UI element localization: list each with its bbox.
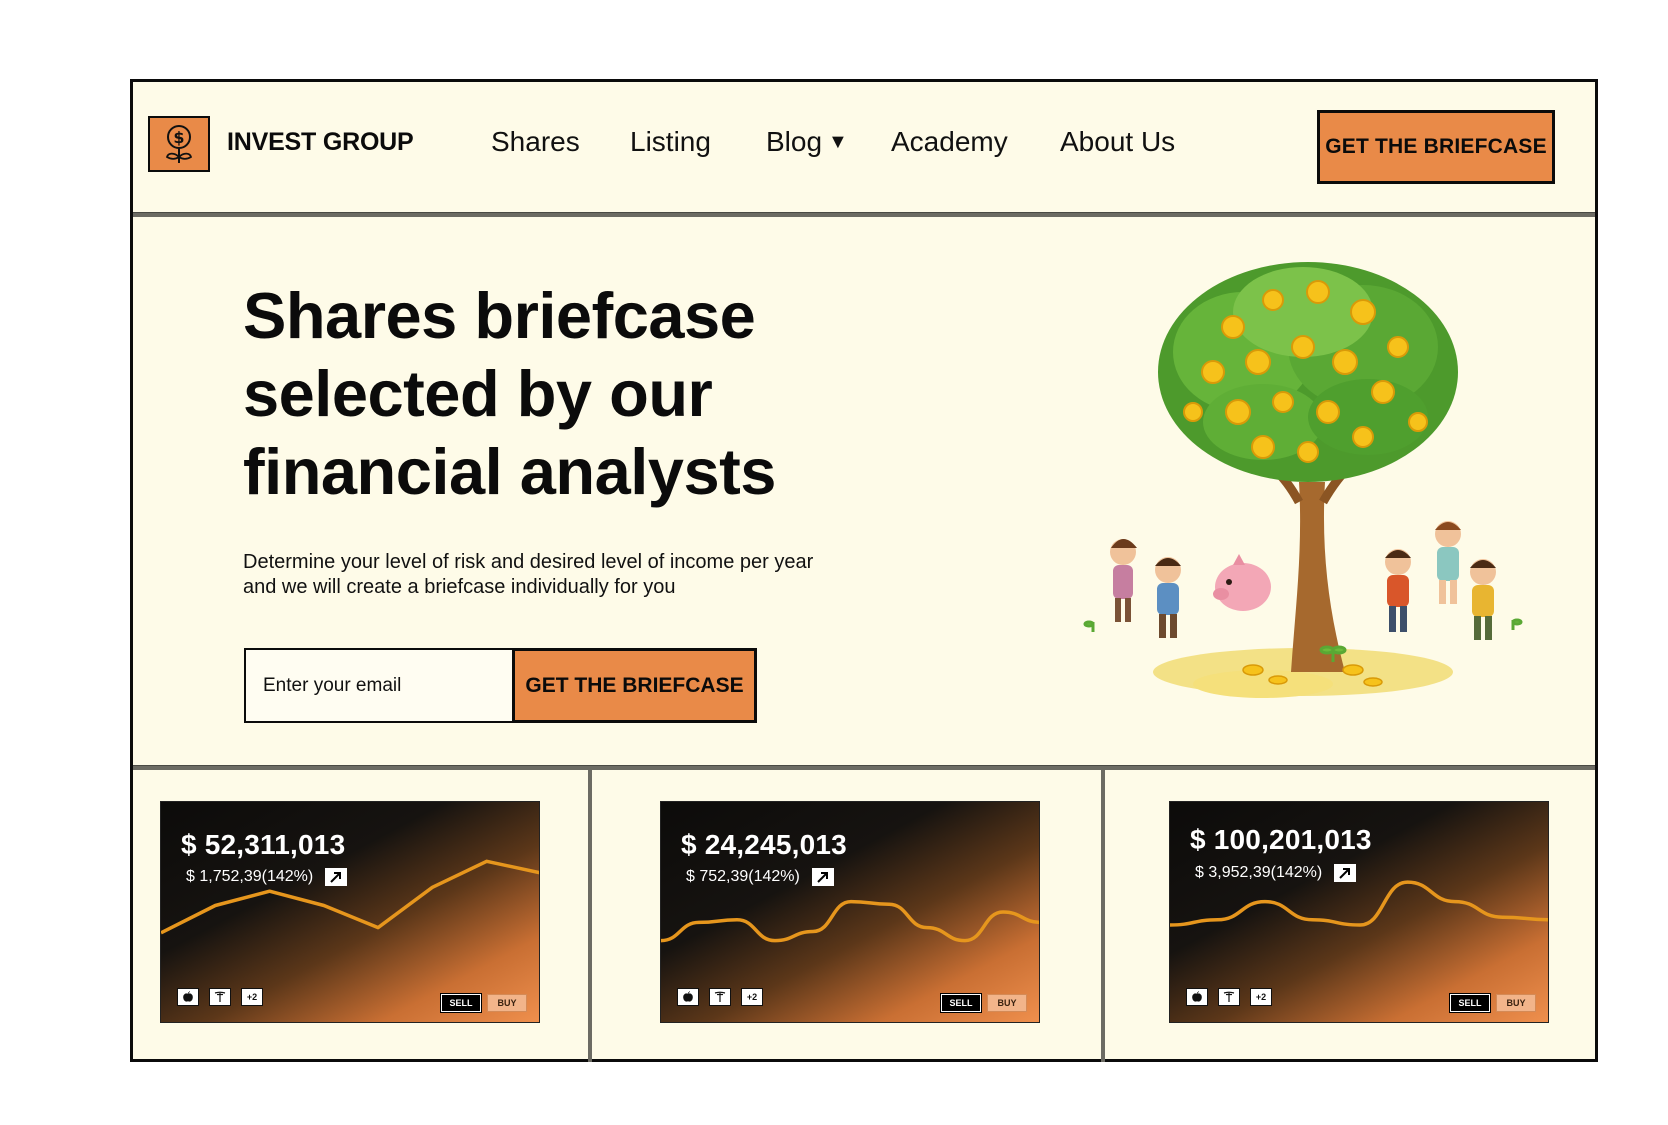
buy-button[interactable]: BUY	[487, 994, 527, 1012]
apple-icon[interactable]	[677, 988, 699, 1006]
asset-chip-row: +2	[177, 988, 263, 1006]
nav-label: About Us	[1060, 126, 1176, 157]
apple-icon[interactable]	[1186, 988, 1208, 1006]
nav-label: Blog	[766, 126, 823, 157]
nav-shares[interactable]: Shares	[491, 126, 580, 158]
portfolio-line	[661, 899, 1039, 943]
arrow-up-right-icon[interactable]	[1334, 864, 1357, 882]
tesla-icon[interactable]	[709, 988, 731, 1006]
portfolio-card[interactable]: $ 100,201,013 $ 3,952,39(142%) +2 SELL B…	[1169, 801, 1549, 1023]
caret-down-icon: ▼	[828, 130, 848, 153]
logo[interactable]: $	[148, 116, 210, 172]
column-divider	[1101, 769, 1105, 1062]
hero-subtitle-line: Determine your level of risk and desired…	[243, 551, 814, 573]
money-tree-illustration	[1083, 262, 1523, 698]
more-assets-chip[interactable]: +2	[1250, 988, 1272, 1006]
more-assets-chip[interactable]: +2	[741, 988, 763, 1006]
portfolio-change-text: $ 3,952,39(142%)	[1195, 864, 1323, 881]
nav-about-us[interactable]: About Us	[1060, 126, 1175, 158]
nav-label: Listing	[630, 126, 711, 157]
portfolio-change-text: $ 1,752,39(142%)	[186, 868, 314, 885]
sell-button[interactable]: SELL	[940, 993, 982, 1013]
arrow-up-right-icon[interactable]	[811, 868, 834, 886]
portfolio-card[interactable]: $ 24,245,013 $ 752,39(142%) +2 SELL BUY	[660, 801, 1040, 1023]
asset-chip-row: +2	[1186, 988, 1272, 1006]
page-frame: $ INVEST GROUP Shares Listing Blog ▼ Aca…	[130, 79, 1598, 1062]
arrow-up-right-icon[interactable]	[325, 868, 348, 886]
portfolio-value: $ 100,201,013	[1190, 824, 1372, 855]
more-assets-chip[interactable]: +2	[241, 988, 263, 1006]
nav-listing[interactable]: Listing	[630, 126, 711, 158]
portfolio-value: $ 52,311,013	[181, 829, 346, 860]
portfolio-line	[1170, 880, 1548, 927]
nav-academy[interactable]: Academy	[891, 126, 1008, 158]
hero-subtitle: Determine your level of risk and desired…	[243, 550, 883, 600]
hero-title: Shares briefcase selected by our financi…	[243, 277, 843, 511]
email-input[interactable]	[244, 648, 512, 723]
hero-subtitle-line: and we will create a briefcase individua…	[243, 576, 676, 598]
nav-label: Academy	[891, 126, 1008, 157]
sell-button[interactable]: SELL	[440, 993, 482, 1013]
column-divider	[588, 769, 592, 1062]
nav-label: Shares	[491, 126, 580, 157]
email-signup-form: GET THE BRIEFCASE	[244, 648, 757, 723]
asset-chip-row: +2	[677, 988, 763, 1006]
tesla-icon[interactable]	[1218, 988, 1240, 1006]
portfolio-change: $ 752,39(142%)	[686, 868, 834, 886]
get-briefcase-button-hero[interactable]: GET THE BRIEFCASE	[512, 648, 757, 723]
portfolio-change-text: $ 752,39(142%)	[686, 868, 800, 885]
buy-button[interactable]: BUY	[987, 994, 1027, 1012]
apple-icon[interactable]	[177, 988, 199, 1006]
piggy-bank-icon	[1213, 554, 1271, 611]
sell-button[interactable]: SELL	[1449, 993, 1491, 1013]
nav-blog[interactable]: Blog ▼	[766, 126, 848, 158]
tesla-icon[interactable]	[209, 988, 231, 1006]
site-header: $ INVEST GROUP Shares Listing Blog ▼ Aca…	[133, 82, 1595, 214]
hero-title-line: selected by our	[243, 357, 713, 430]
portfolio-card[interactable]: $ 52,311,013 $ 1,752,39(142%) +2 SELL BU…	[160, 801, 540, 1023]
hero-title-line: financial analysts	[243, 435, 776, 508]
hero-divider	[133, 765, 1595, 770]
portfolio-change: $ 3,952,39(142%)	[1195, 864, 1357, 882]
get-briefcase-button-header[interactable]: GET THE BRIEFCASE	[1317, 110, 1555, 184]
hero-title-line: Shares briefcase	[243, 279, 756, 352]
svg-text:$: $	[173, 128, 184, 147]
brand-name[interactable]: INVEST GROUP	[227, 128, 414, 157]
portfolio-value: $ 24,245,013	[681, 829, 847, 860]
portfolio-change: $ 1,752,39(142%)	[186, 868, 348, 886]
buy-button[interactable]: BUY	[1496, 994, 1536, 1012]
dollar-plant-icon: $	[165, 125, 193, 163]
header-divider	[133, 212, 1595, 217]
